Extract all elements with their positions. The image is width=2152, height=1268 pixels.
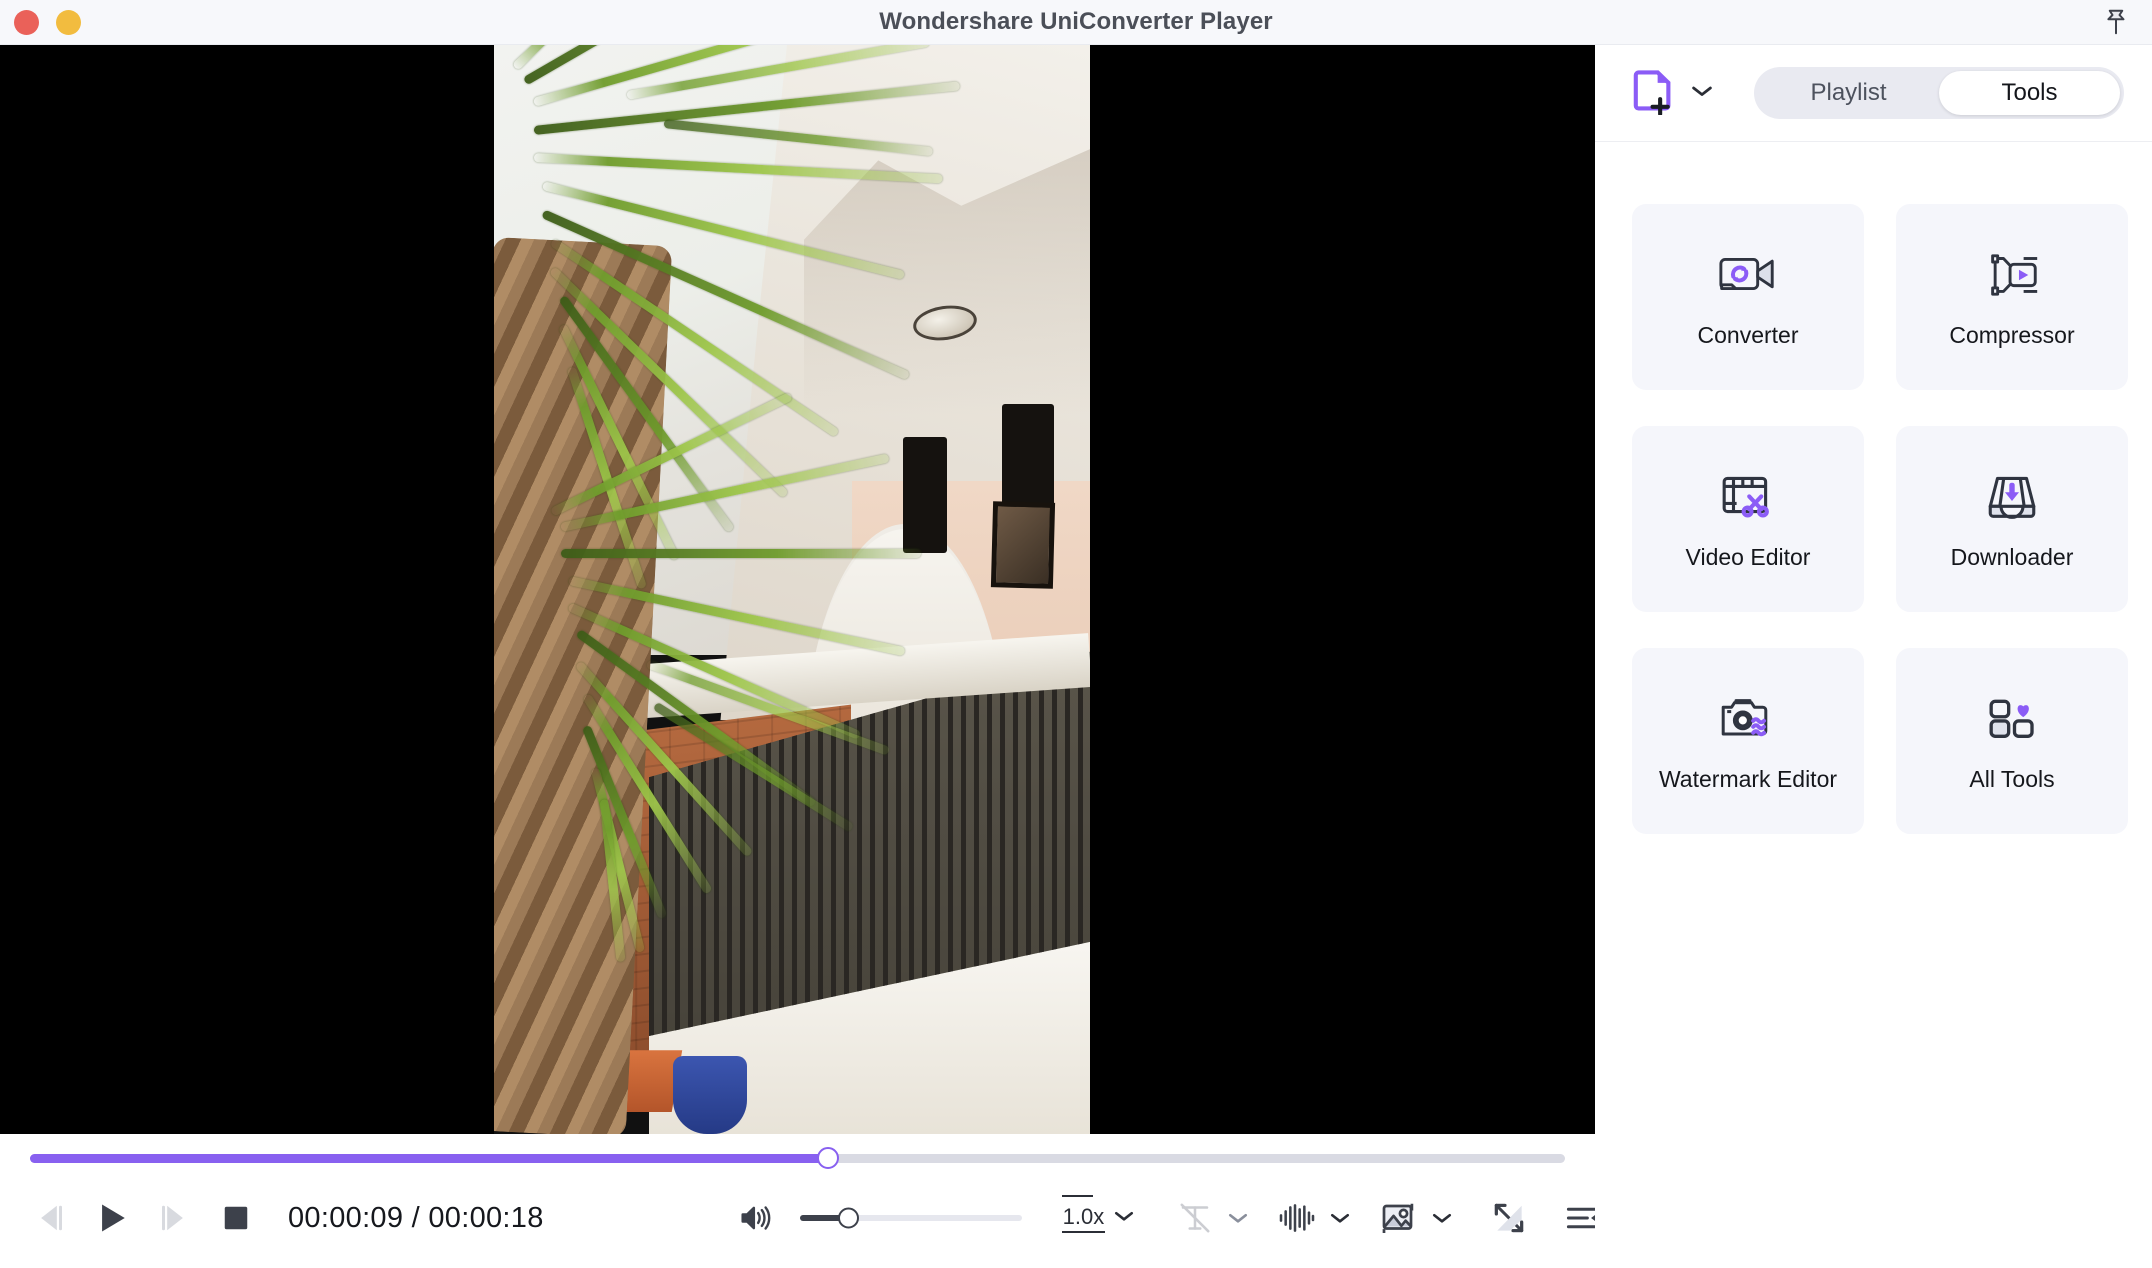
video-editor-icon: [1715, 468, 1781, 524]
pushpin-icon[interactable]: [2098, 4, 2134, 40]
tool-card-converter[interactable]: Converter: [1632, 204, 1864, 390]
image-icon[interactable]: [1373, 1192, 1425, 1244]
tools-grid: Converter Compressor Video Editor Downlo…: [1595, 142, 2152, 834]
subtitle-off-icon[interactable]: [1169, 1192, 1221, 1244]
downloader-icon: [1979, 468, 2045, 524]
side-panel: Playlist Tools Converter Compressor Vide…: [1595, 45, 2152, 1268]
progress-bar-container[interactable]: [0, 1134, 1595, 1182]
video-scene-image: [494, 45, 1090, 1134]
video-frame[interactable]: [494, 45, 1090, 1134]
progress-fill: [30, 1153, 829, 1163]
converter-icon: [1715, 246, 1781, 302]
chevron-down-icon[interactable]: [1113, 1209, 1135, 1228]
close-button[interactable]: [14, 9, 39, 35]
volume-and-speed-controls: 1.0x: [728, 1190, 1136, 1246]
add-file-control[interactable]: [1631, 67, 1714, 120]
audio-track-chevron-icon[interactable]: [1329, 1211, 1351, 1225]
playback-speed-control[interactable]: 1.0x: [1061, 1194, 1136, 1233]
compressor-icon: [1979, 246, 2045, 302]
tool-card-video-editor[interactable]: Video Editor: [1632, 426, 1864, 612]
tool-label: Converter: [1697, 321, 1799, 348]
volume-handle[interactable]: [838, 1207, 860, 1229]
window-body: 00:00:09 / 00:00:18 1.0x Playlist Tools …: [0, 45, 2152, 1268]
volume-slider[interactable]: [799, 1207, 1022, 1229]
all-tools-icon: [1979, 690, 2045, 746]
minimize-button[interactable]: [56, 9, 81, 35]
tool-label: Watermark Editor: [1658, 765, 1838, 792]
tool-label: Video Editor: [1685, 543, 1811, 570]
watermark-editor-icon: [1715, 690, 1781, 746]
add-file-icon[interactable]: [1631, 67, 1679, 120]
panel-tab-switcher: Playlist Tools: [1754, 67, 2124, 119]
progress-track[interactable]: [30, 1147, 1565, 1169]
tab-tools[interactable]: Tools: [1939, 71, 2120, 115]
player-window: Wondershare UniConverter Player 00:00:09…: [0, 0, 2152, 1268]
video-stage[interactable]: [0, 45, 1595, 1134]
chevron-down-icon[interactable]: [1690, 83, 1714, 104]
tool-label: All Tools: [1969, 765, 2055, 792]
subtitle-chevron-icon[interactable]: [1227, 1211, 1249, 1225]
speaker-icon[interactable]: [728, 1190, 784, 1246]
speed-label: 1.0x: [1061, 1194, 1106, 1233]
play-button[interactable]: [84, 1190, 140, 1246]
next-frame-button[interactable]: [146, 1190, 202, 1246]
snapshot-chevron-icon[interactable]: [1431, 1211, 1453, 1225]
player-column: 00:00:09 / 00:00:18 1.0x: [0, 45, 1598, 1268]
fullscreen-icon[interactable]: [1483, 1192, 1535, 1244]
tool-card-downloader[interactable]: Downloader: [1896, 426, 2128, 612]
stop-button[interactable]: [208, 1190, 264, 1246]
progress-handle[interactable]: [817, 1147, 840, 1169]
tool-card-all-tools[interactable]: All Tools: [1896, 648, 2128, 834]
panel-header: Playlist Tools: [1595, 45, 2152, 142]
tool-card-watermark-editor[interactable]: Watermark Editor: [1632, 648, 1864, 834]
title-bar: Wondershare UniConverter Player: [0, 0, 2152, 45]
tool-label: Compressor: [1949, 321, 2075, 348]
page-title: Wondershare UniConverter Player: [879, 8, 1273, 35]
previous-frame-button[interactable]: [22, 1190, 78, 1246]
transport-controls: 00:00:09 / 00:00:18: [22, 1190, 544, 1246]
secondary-controls: [1169, 1192, 1609, 1244]
time-display: 00:00:09 / 00:00:18: [288, 1201, 544, 1234]
tool-label: Downloader: [1950, 543, 2074, 570]
tab-playlist[interactable]: Playlist: [1758, 71, 1939, 115]
waveform-icon[interactable]: [1271, 1192, 1323, 1244]
traffic-lights: [0, 9, 81, 35]
playback-controls: 00:00:09 / 00:00:18 1.0x: [0, 1182, 1598, 1268]
tool-card-compressor[interactable]: Compressor: [1896, 204, 2128, 390]
